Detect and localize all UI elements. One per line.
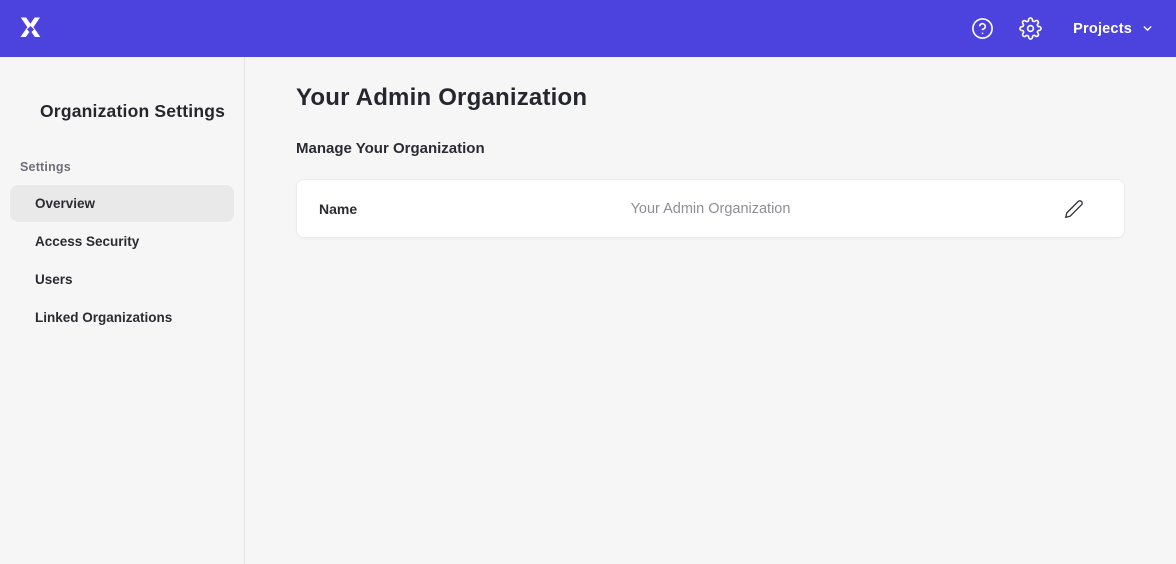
name-field-value: Your Admin Organization (297, 201, 1124, 217)
sidebar-section-label: Settings (20, 160, 244, 174)
hex-logo[interactable]: X (20, 12, 50, 46)
settings-button[interactable] (1013, 12, 1047, 46)
projects-label: Projects (1073, 21, 1132, 37)
sidebar-item-label: Linked Organizations (35, 310, 172, 325)
navbar-right-cluster: Projects (965, 12, 1154, 46)
page-title: Your Admin Organization (296, 84, 1125, 112)
edit-pencil-icon (1064, 199, 1084, 219)
main-content: Your Admin Organization Manage Your Orga… (245, 57, 1176, 564)
organization-name-card: Name Your Admin Organization (296, 179, 1125, 238)
manage-section-title: Manage Your Organization (296, 140, 1125, 157)
edit-name-button[interactable] (1064, 199, 1084, 219)
sidebar-item-label: Users (35, 272, 73, 287)
help-icon (971, 17, 994, 40)
sidebar-title: Organization Settings (40, 101, 244, 122)
chevron-down-icon (1141, 22, 1154, 35)
projects-dropdown[interactable]: Projects (1073, 21, 1154, 37)
sidebar-item-linked-organizations[interactable]: Linked Organizations (10, 299, 234, 336)
sidebar-item-users[interactable]: Users (10, 261, 234, 298)
name-field-label: Name (319, 201, 357, 217)
settings-sidebar: Organization Settings Settings Overview … (0, 57, 245, 564)
sidebar-item-access-security[interactable]: Access Security (10, 223, 234, 260)
sidebar-item-label: Overview (35, 196, 95, 211)
sidebar-item-overview[interactable]: Overview (10, 185, 234, 222)
help-button[interactable] (965, 12, 999, 46)
gear-icon (1019, 17, 1042, 40)
sidebar-nav-list: Overview Access Security Users Linked Or… (10, 185, 234, 336)
sidebar-item-label: Access Security (35, 234, 139, 249)
top-navbar: X Projects (0, 0, 1176, 57)
